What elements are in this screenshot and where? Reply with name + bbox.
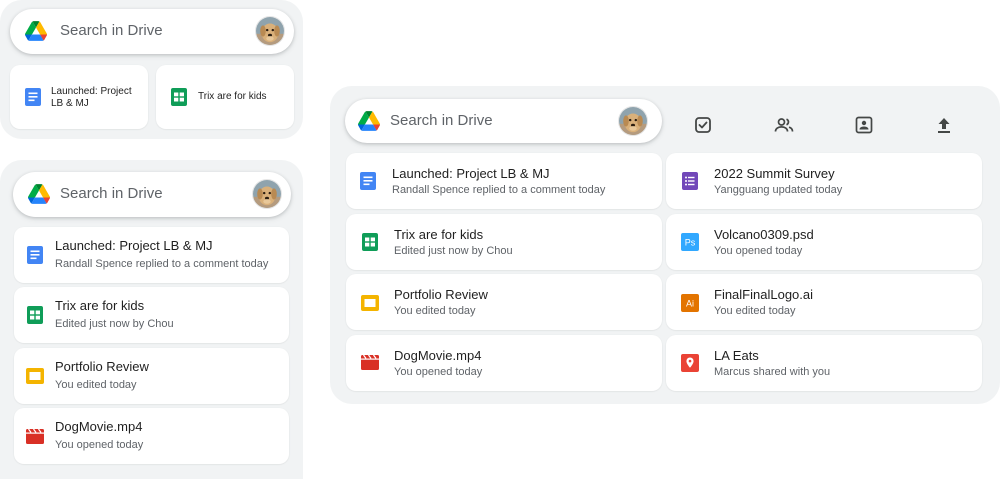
search-placeholder: Search in Drive [390,112,493,129]
sheets-icon [170,88,188,106]
file-card[interactable]: LA Eats Marcus shared with you [666,335,982,391]
sheets-icon [26,306,44,324]
photoshop-icon [681,233,699,251]
avatar[interactable] [255,16,285,46]
illustrator-icon [681,294,699,312]
file-title: Portfolio Review [55,359,149,374]
file-card[interactable]: Trix are for kids Edited just now by Cho… [346,214,662,270]
file-card[interactable]: Launched: Project LB & MJ Randall Spence… [346,153,662,209]
photos-icon [855,116,873,134]
new-task-button[interactable] [689,111,717,139]
search-placeholder: Search in Drive [60,185,163,202]
file-subtitle: You edited today [714,305,796,317]
file-subtitle: You edited today [394,305,476,317]
file-subtitle: Randall Spence replied to a comment toda… [392,184,606,196]
file-card[interactable]: DogMovie.mp4 You opened today [14,408,289,464]
video-icon [361,353,379,371]
drive-logo-icon [25,21,47,41]
search-bar[interactable]: Search in Drive [10,9,294,54]
file-title: Launched: Project LB & MJ [55,238,213,253]
file-title: Trix are for kids [55,298,145,313]
drive-logo-icon [358,111,380,131]
file-subtitle: You opened today [55,439,144,451]
file-card[interactable]: FinalFinalLogo.ai You edited today [666,274,982,330]
file-card[interactable]: Launched: Project LB & MJ Randall Spence… [14,227,289,283]
search-bar[interactable]: Search in Drive [13,172,291,217]
file-subtitle: Marcus shared with you [714,366,831,378]
file-title: Launched: Project LB & MJ [392,166,550,181]
file-subtitle: You opened today [714,245,803,257]
file-card[interactable]: DogMovie.mp4 You opened today [346,335,662,391]
file-title: LA Eats [714,348,759,363]
file-title: Trix are for kids [394,227,484,242]
new-task-icon [695,117,711,133]
slides-icon [361,294,379,312]
small-drive-widget: Search in Drive Launched: Project LB & M… [0,0,303,139]
file-title: Portfolio Review [394,287,488,302]
docs-icon [359,172,377,190]
search-bar[interactable]: Search in Drive [345,99,662,143]
file-subtitle: Edited just now by Chou [55,318,174,330]
docs-icon [24,88,42,106]
file-title: DogMovie.mp4 [55,419,143,434]
file-title: DogMovie.mp4 [394,348,482,363]
file-title: Launched: Project LB & MJ [51,86,132,109]
maps-pin-icon [681,354,699,372]
file-card[interactable]: 2022 Summit Survey Yangguang updated tod… [666,153,982,209]
photos-button[interactable] [850,111,878,139]
medium-drive-widget: Search in Drive Launched: Project LB & M… [0,160,303,479]
avatar[interactable] [252,179,282,209]
sheets-icon [361,233,379,251]
search-placeholder: Search in Drive [60,22,163,39]
video-icon [26,427,44,445]
file-card[interactable]: Portfolio Review You edited today [346,274,662,330]
file-subtitle: Edited just now by Chou [394,245,513,257]
file-card[interactable]: Trix are for kids Edited just now by Cho… [14,287,289,343]
drive-logo-icon [28,184,50,204]
file-card[interactable]: Launched: Project LB & MJ [10,65,148,129]
file-subtitle: Randall Spence replied to a comment toda… [55,258,269,270]
docs-icon [26,246,44,264]
file-title: Volcano0309.psd [714,227,814,242]
file-card[interactable]: Trix are for kids [156,65,294,129]
file-title: Trix are for kids [198,91,267,102]
file-card[interactable]: Volcano0309.psd You opened today [666,214,982,270]
upload-icon [938,118,950,133]
upload-button[interactable] [930,111,958,139]
shared-drives-icon [774,118,794,132]
avatar[interactable] [618,106,648,136]
file-card[interactable]: Portfolio Review You edited today [14,348,289,404]
file-subtitle: Yangguang updated today [714,184,843,196]
file-subtitle: You edited today [55,379,137,391]
file-title: FinalFinalLogo.ai [714,287,814,302]
slides-icon [26,367,44,385]
file-subtitle: You opened today [394,366,483,378]
file-title: 2022 Summit Survey [714,166,835,181]
forms-icon [681,172,699,190]
shared-drives-button[interactable] [770,111,798,139]
